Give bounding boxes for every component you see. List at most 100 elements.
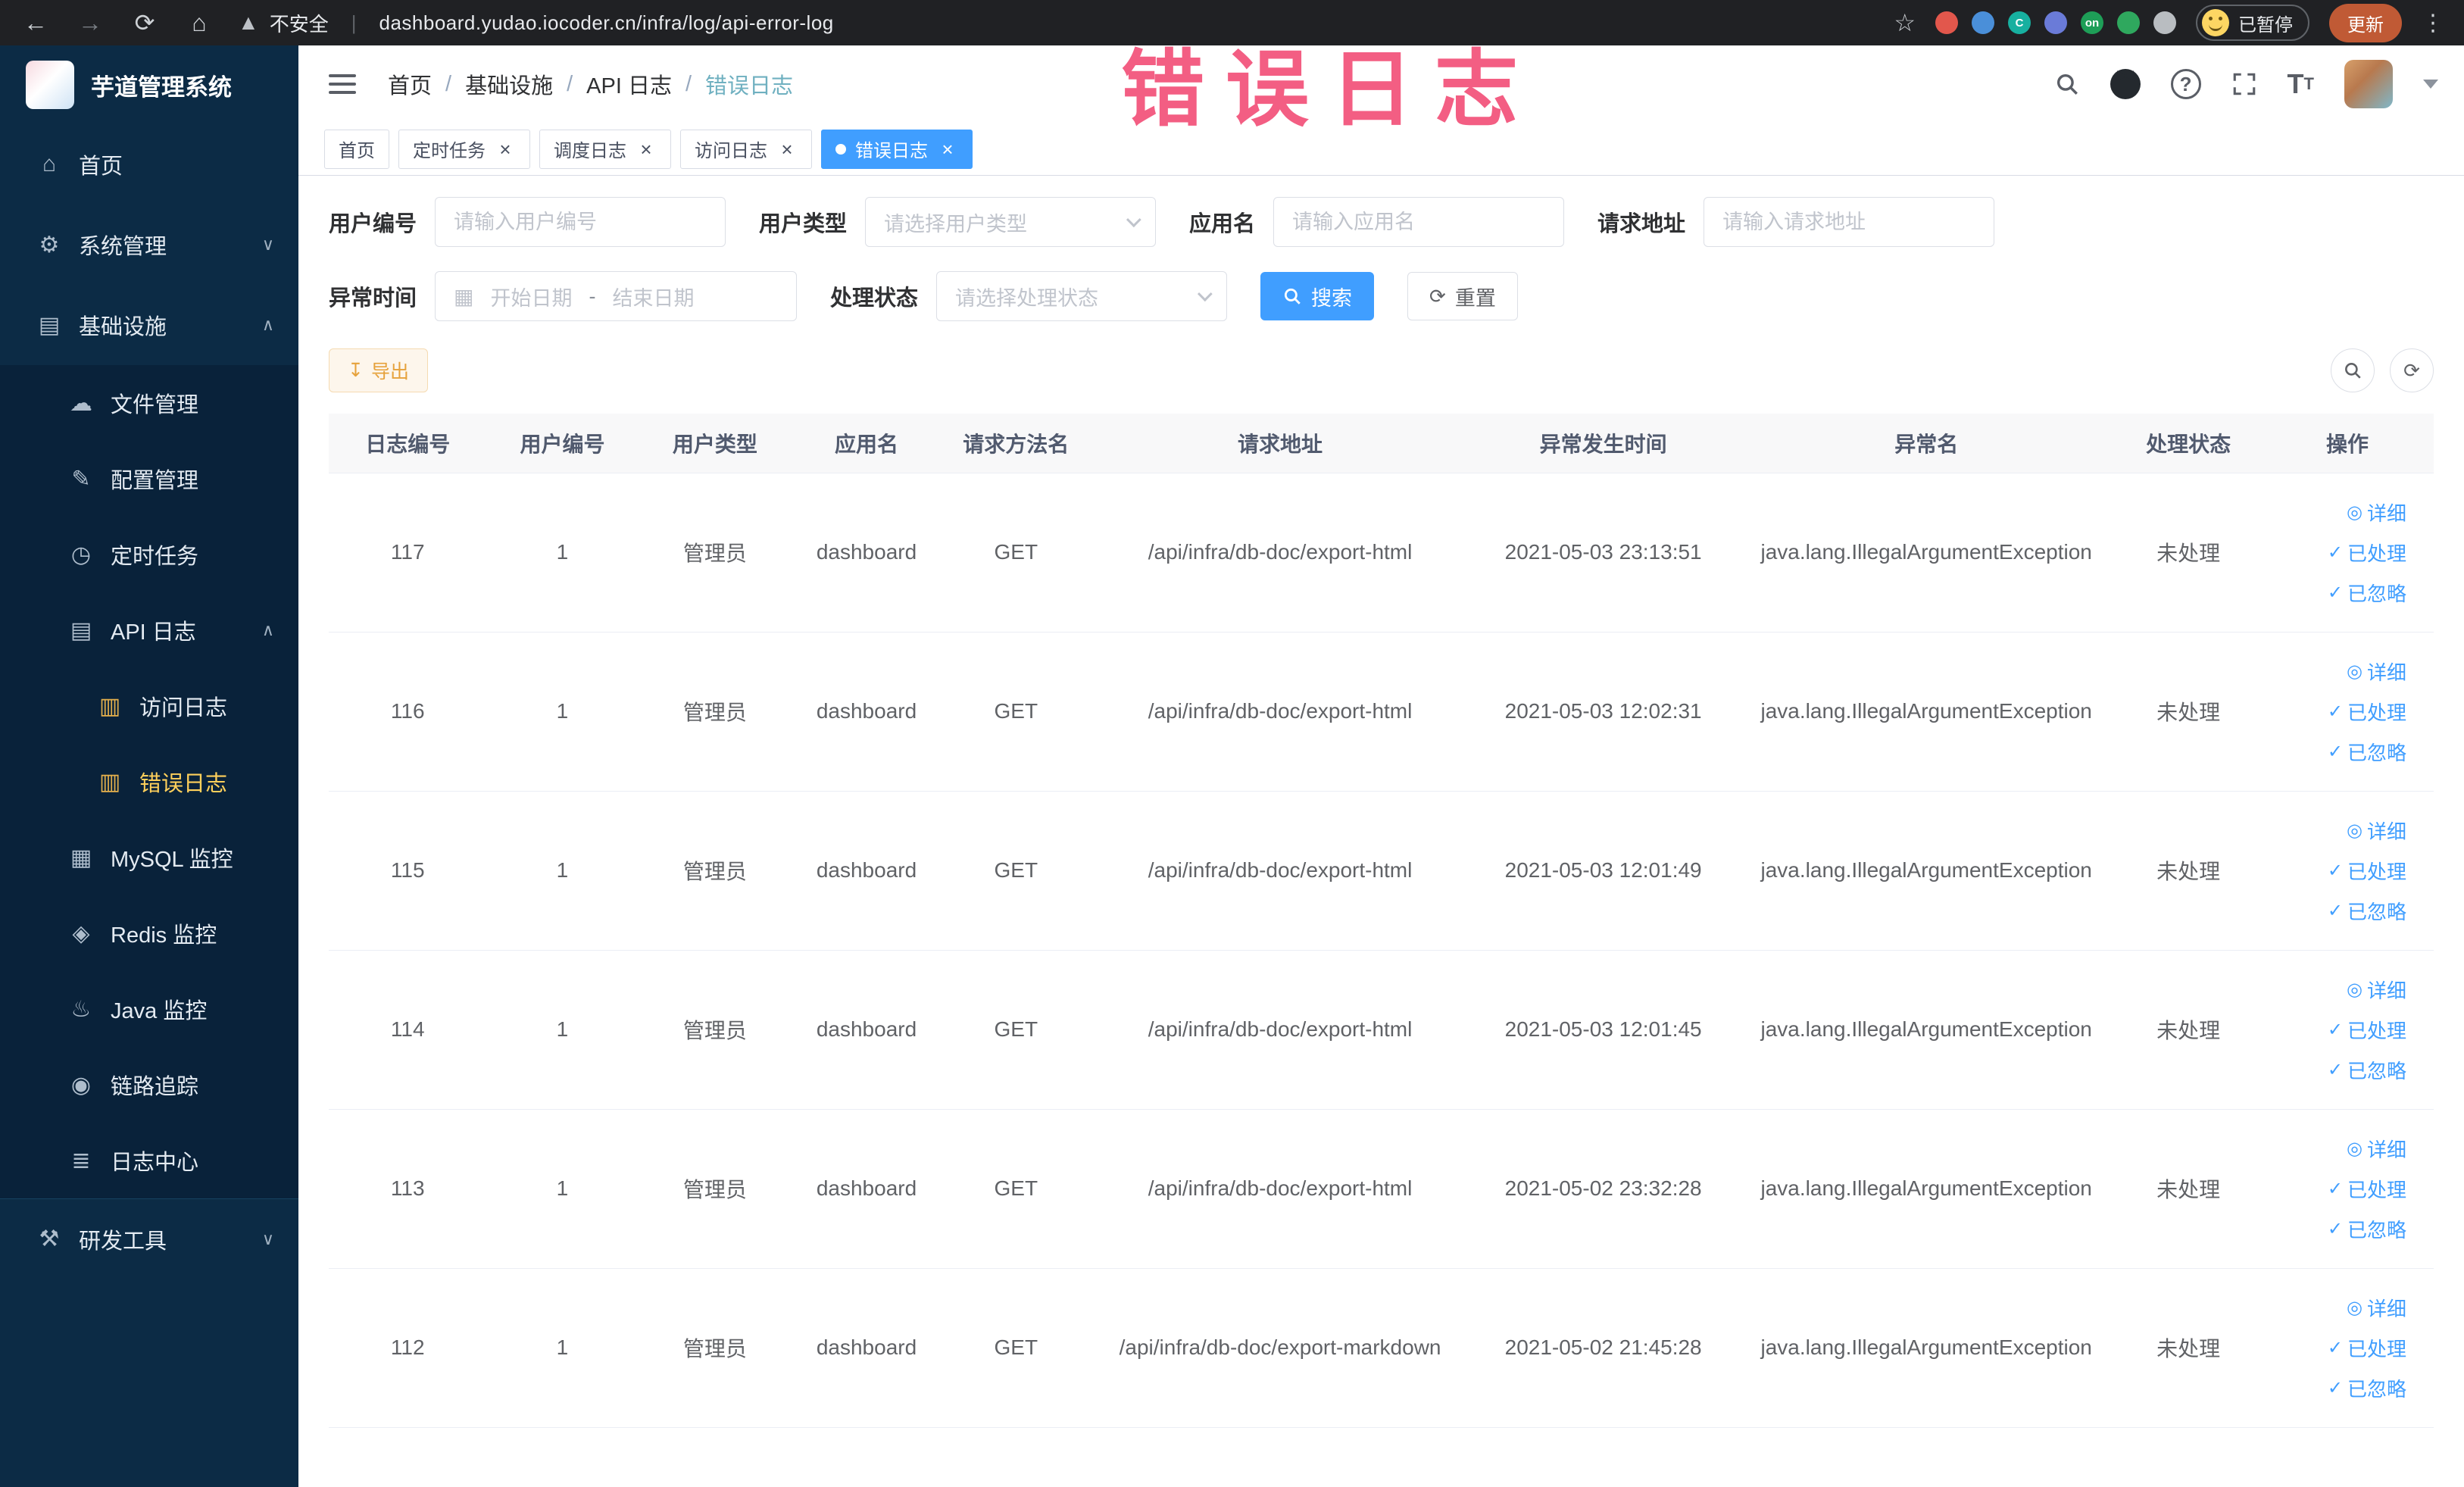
action-processed-link[interactable]: ✓ 已处理 — [2328, 539, 2406, 567]
sidebar-item-file[interactable]: ☁ 文件管理 — [0, 365, 298, 441]
back-icon[interactable]: ← — [20, 9, 52, 37]
address-bar[interactable]: dashboard.yudao.iocoder.cn/infra/log/api… — [379, 11, 834, 35]
sidebar-item-error-log[interactable]: ▥ 错误日志 — [0, 744, 298, 820]
on-badge-extension-icon[interactable]: on — [2081, 11, 2103, 34]
tab-2[interactable]: 调度日志 × — [539, 129, 671, 169]
leaf-extension-icon[interactable] — [2117, 11, 2140, 34]
cell-actions: ◎ 详细 ✓ 已处理 ✓ 已忽略 — [2261, 1109, 2434, 1269]
user-id-input[interactable] — [435, 197, 726, 247]
action-ignored-link[interactable]: ✓ 已忽略 — [2328, 1056, 2406, 1084]
breadcrumb-item[interactable]: API 日志 — [586, 68, 672, 100]
tab-active-4[interactable]: 错误日志 × — [821, 129, 973, 169]
tab-0[interactable]: 首页 — [324, 129, 389, 169]
browser-menu-kebab-icon[interactable]: ⋮ — [2422, 10, 2444, 36]
cell-url: /api/infra/db-doc/export-html — [1090, 1109, 1470, 1269]
security-indicator[interactable]: ▲ 不安全 — [238, 9, 329, 37]
action-processed-link[interactable]: ✓ 已处理 — [2328, 698, 2406, 726]
sidebar-item-devtools[interactable]: ⚒ 研发工具 ∨ — [0, 1198, 298, 1279]
cell-actions: ◎ 详细 ✓ 已处理 ✓ 已忽略 — [2261, 950, 2434, 1110]
hamburger-icon[interactable] — [324, 70, 361, 98]
search-icon — [1284, 288, 1301, 305]
blue-drop-extension-icon[interactable] — [1972, 11, 1994, 34]
action-detail-link[interactable]: ◎ 详细 — [2347, 1294, 2406, 1322]
bookmark-star-icon[interactable]: ☆ — [1894, 8, 1916, 37]
action-processed-link[interactable]: ✓ 已处理 — [2328, 1175, 2406, 1203]
close-icon[interactable]: × — [495, 139, 516, 160]
sidebar-item-trace[interactable]: ◉ 链路追踪 — [0, 1047, 298, 1123]
action-processed-link[interactable]: ✓ 已处理 — [2328, 1334, 2406, 1362]
app-name-input[interactable] — [1273, 197, 1565, 247]
sidebar-item-job[interactable]: ◷ 定时任务 — [0, 517, 298, 592]
breadcrumb-item[interactable]: 基础设施 — [465, 68, 553, 100]
table-row: 117 1 管理员 dashboard GET/api/infra/db-doc/exp… — [329, 473, 2434, 633]
table-row: 112 1 管理员 dashboard GET/api/infra/db-doc/exp… — [329, 1268, 2434, 1428]
profile-paused-badge[interactable]: 已暂停 — [2196, 5, 2309, 41]
sidebar-item-label: 研发工具 — [79, 1229, 167, 1254]
user-type-select[interactable]: 请选择用户类型 — [865, 197, 1157, 247]
action-ignored-link[interactable]: ✓ 已忽略 — [2328, 738, 2406, 766]
table-toolbar: ↧ 导出 ⟳ — [329, 348, 2434, 392]
fullscreen-icon[interactable] — [2231, 71, 2257, 97]
toggle-search-button[interactable] — [2331, 348, 2375, 392]
close-icon[interactable]: × — [776, 139, 798, 160]
action-ignored-link[interactable]: ✓ 已忽略 — [2328, 579, 2406, 607]
action-ignored-link[interactable]: ✓ 已忽略 — [2328, 1374, 2406, 1402]
request-url-input[interactable] — [1704, 197, 1995, 247]
sidebar-logo[interactable]: 芋道管理系统 — [0, 45, 298, 124]
close-icon[interactable]: × — [636, 139, 657, 160]
sidebar-item-java[interactable]: ♨ Java 监控 — [0, 971, 298, 1047]
java-icon: ♨ — [70, 996, 92, 1022]
sidebar-item-system[interactable]: ⚙ 系统管理 ∨ — [0, 205, 298, 285]
action-detail-link[interactable]: ◎ 详细 — [2347, 498, 2406, 526]
sidebar-item-access-log[interactable]: ▥ 访问日志 — [0, 668, 298, 744]
action-detail-link[interactable]: ◎ 详细 — [2347, 658, 2406, 686]
exception-time-range-picker[interactable]: ▦ 开始日期 - 结束日期 — [435, 271, 798, 321]
action-label: 详细 — [2366, 1138, 2406, 1161]
forward-icon[interactable]: → — [74, 9, 106, 37]
sidebar-item-config[interactable]: ✎ 配置管理 — [0, 441, 298, 517]
sidebar-item-api-log[interactable]: ▤ API 日志 ∧ — [0, 592, 298, 668]
action-processed-link[interactable]: ✓ 已处理 — [2328, 1016, 2406, 1044]
action-detail-link[interactable]: ◎ 详细 — [2347, 817, 2406, 845]
puzzle-extension-icon[interactable] — [2044, 11, 2067, 34]
search-icon[interactable] — [2054, 71, 2080, 97]
reset-button[interactable]: ⟳ 重置 — [1407, 272, 1518, 320]
breadcrumb-item: 错误日志 — [705, 74, 794, 98]
cell-app: dashboard — [792, 791, 942, 951]
filter-label-app-name: 应用名 — [1189, 212, 1256, 236]
action-label: 已忽略 — [2347, 1218, 2406, 1242]
github-icon[interactable] — [2110, 69, 2141, 99]
sidebar-item-infra[interactable]: ▤ 基础设施 ∧ — [0, 285, 298, 365]
tab-1[interactable]: 定时任务 × — [398, 129, 530, 169]
process-status-select[interactable]: 请选择处理状态 — [936, 271, 1228, 321]
red-circle-extension-icon[interactable] — [1935, 11, 1958, 34]
font-size-icon[interactable]: TT — [2288, 68, 2314, 100]
refresh-table-button[interactable]: ⟳ — [2390, 348, 2434, 392]
teal-circle-extension-icon[interactable]: C — [2008, 11, 2031, 34]
reset-button-label: 重置 — [1454, 286, 1496, 310]
sidebar-item-home[interactable]: ⌂ 首页 — [0, 124, 298, 205]
action-processed-link[interactable]: ✓ 已处理 — [2328, 857, 2406, 885]
close-icon[interactable]: × — [937, 139, 958, 160]
chevron-down-icon[interactable] — [2423, 80, 2438, 89]
cell-status: 未处理 — [2116, 1268, 2262, 1428]
action-detail-link[interactable]: ◎ 详细 — [2347, 1135, 2406, 1163]
pushpin-extension-icon[interactable] — [2153, 11, 2176, 34]
reload-icon[interactable]: ⟳ — [129, 8, 161, 37]
sidebar-item-mysql[interactable]: ▦ MySQL 监控 — [0, 820, 298, 895]
action-ignored-link[interactable]: ✓ 已忽略 — [2328, 1215, 2406, 1243]
home-browser-icon[interactable]: ⌂ — [183, 9, 215, 37]
help-icon[interactable]: ? — [2170, 69, 2201, 99]
action-detail-link[interactable]: ◎ 详细 — [2347, 976, 2406, 1004]
sidebar-item-redis[interactable]: ◈ Redis 监控 — [0, 895, 298, 971]
sidebar-item-log-center[interactable]: ≣ 日志中心 — [0, 1123, 298, 1198]
search-button[interactable]: 搜索 — [1260, 272, 1375, 320]
tab-3[interactable]: 访问日志 × — [680, 129, 812, 169]
breadcrumb-item[interactable]: 首页 — [388, 68, 432, 100]
browser-update-button[interactable]: 更新 — [2329, 3, 2402, 42]
table-row: 113 1 管理员 dashboard GET/api/infra/db-doc/exp… — [329, 1109, 2434, 1269]
user-avatar[interactable] — [2344, 60, 2393, 108]
redis-icon: ◈ — [72, 920, 90, 946]
action-ignored-link[interactable]: ✓ 已忽略 — [2328, 897, 2406, 925]
export-button[interactable]: ↧ 导出 — [329, 348, 428, 392]
